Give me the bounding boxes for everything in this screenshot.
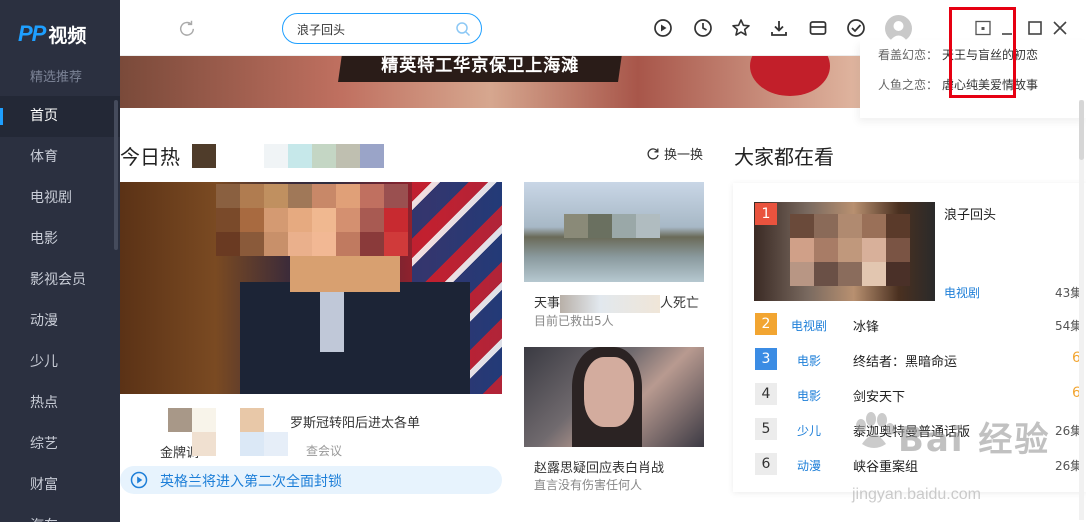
caption-mosaic bbox=[168, 408, 264, 432]
maximize-icon[interactable] bbox=[1025, 18, 1045, 38]
banner-ribbon: 精英特工华京保卫上海滩 bbox=[338, 56, 622, 82]
thumb-mosaic bbox=[790, 214, 910, 286]
news-title-1-end: 人死亡 bbox=[660, 296, 700, 311]
hero-banner[interactable]: 精英特工华京保卫上海滩 bbox=[120, 56, 860, 108]
featured-caption[interactable]: 罗斯冠转阳后进太各单 bbox=[290, 412, 420, 431]
sidebar: PP 视频 精选推荐 首页 体育 电视剧 电影 影视会员 动漫 少儿 热点 综艺… bbox=[0, 0, 120, 522]
sidebar-section-title: 精选推荐 bbox=[30, 70, 83, 85]
sidebar-item-finance[interactable]: 财富 bbox=[0, 465, 120, 506]
rank-badge: 2 bbox=[755, 313, 777, 335]
swap-button[interactable]: 换一换 bbox=[646, 144, 703, 163]
thumb-tie bbox=[320, 292, 344, 352]
close-icon[interactable] bbox=[1050, 18, 1070, 38]
rank-badge: 6 bbox=[755, 453, 777, 475]
sidebar-item-tv[interactable]: 电视剧 bbox=[0, 178, 120, 219]
sidebar-item-hot[interactable]: 热点 bbox=[0, 383, 120, 424]
sidebar-item-movies[interactable]: 电影 bbox=[0, 219, 120, 260]
search-input[interactable] bbox=[297, 20, 447, 38]
news-thumb-1[interactable] bbox=[524, 182, 704, 282]
sidebar-nav: 首页 体育 电视剧 电影 影视会员 动漫 少儿 热点 综艺 财富 汽车 bbox=[0, 96, 120, 522]
thumb-figure bbox=[240, 282, 470, 394]
swap-label: 换一换 bbox=[664, 148, 704, 163]
watermark-text: Bai 经验 bbox=[898, 420, 1051, 460]
news-sub-1: 目前已救出5人 bbox=[534, 314, 614, 328]
rank-name[interactable]: 浪子回头 bbox=[944, 204, 996, 223]
favorite-star-icon[interactable] bbox=[731, 18, 751, 38]
news-ticker[interactable]: 英格兰将进入第二次全面封锁 bbox=[120, 466, 502, 494]
sidebar-item-vip[interactable]: 影视会员 bbox=[0, 260, 120, 301]
main-scrollbar-thumb[interactable] bbox=[1079, 100, 1084, 160]
news-sub-2: 直言没有伤害任何人 bbox=[534, 478, 643, 492]
refresh-icon[interactable] bbox=[178, 19, 196, 37]
censored-title-mosaic bbox=[192, 144, 384, 168]
play-circle-icon bbox=[130, 471, 148, 489]
thumb-face bbox=[584, 357, 634, 427]
rank-category[interactable]: 电影 bbox=[797, 387, 821, 404]
sidebar-item-sports[interactable]: 体育 bbox=[0, 137, 120, 178]
rank-name[interactable]: 剑安天下 bbox=[853, 386, 905, 405]
banner-decoration bbox=[750, 56, 830, 96]
message-icon[interactable] bbox=[808, 18, 828, 38]
title-mosaic bbox=[560, 294, 661, 313]
sidebar-item-kids[interactable]: 少儿 bbox=[0, 342, 120, 383]
watermark-url: jingyan.baidu.com bbox=[852, 486, 981, 503]
sidebar-item-home[interactable]: 首页 bbox=[0, 96, 120, 137]
rank-category[interactable]: 电影 bbox=[797, 352, 821, 369]
history-clock-icon[interactable] bbox=[693, 18, 713, 38]
rank-name[interactable]: 冰锋 bbox=[853, 316, 879, 335]
news-title-1[interactable]: 天事 人死亡 bbox=[534, 292, 699, 313]
play-record-icon[interactable] bbox=[653, 18, 673, 38]
rank-badge: 4 bbox=[755, 383, 777, 405]
popular-title: 大家都在看 bbox=[734, 145, 834, 169]
rank-category[interactable]: 电视剧 bbox=[944, 284, 980, 301]
news-thumb-2[interactable] bbox=[524, 347, 704, 447]
download-icon[interactable] bbox=[769, 18, 789, 38]
baidu-jingyan-watermark: Bai 经验 jingyan.baidu.com bbox=[852, 408, 1082, 518]
avatar-icon bbox=[889, 21, 908, 42]
sidebar-item-variety[interactable]: 综艺 bbox=[0, 424, 120, 465]
rank-badge: 5 bbox=[755, 418, 777, 440]
today-hot-title: 今日热 bbox=[120, 145, 180, 169]
logo-mark: PP bbox=[18, 21, 46, 46]
sidebar-scrollbar[interactable] bbox=[114, 100, 118, 250]
pptv-window: PP 视频 精选推荐 首页 体育 电视剧 电影 影视会员 动漫 少儿 热点 综艺… bbox=[0, 0, 1086, 522]
paw-logo-icon bbox=[856, 412, 895, 448]
banner-side-label: 看盖幻恋： bbox=[878, 48, 939, 62]
rank-category[interactable]: 少儿 bbox=[797, 422, 821, 439]
sidebar-item-auto[interactable]: 汽车 bbox=[0, 506, 120, 522]
thumb-mosaic bbox=[216, 184, 408, 256]
news-ticker-text: 英格兰将进入第二次全面封锁 bbox=[160, 474, 342, 490]
news-title-1-start: 天事 bbox=[534, 296, 561, 311]
refresh-small-icon bbox=[647, 147, 659, 160]
search-box bbox=[282, 13, 482, 44]
featured-video-card[interactable] bbox=[120, 182, 502, 394]
sidebar-item-anime[interactable]: 动漫 bbox=[0, 301, 120, 342]
top1-thumb[interactable] bbox=[754, 202, 935, 301]
user-avatar[interactable] bbox=[885, 15, 912, 42]
app-logo[interactable]: PP 视频 bbox=[18, 20, 86, 48]
highlight-box bbox=[949, 7, 1016, 98]
banner-side-label: 人鱼之恋： bbox=[878, 78, 939, 92]
rank-name[interactable]: 终结者：黑暗命运 bbox=[853, 351, 957, 370]
search-icon[interactable] bbox=[455, 21, 471, 37]
banner-ribbon-text: 精英特工华京保卫上海滩 bbox=[381, 56, 580, 76]
thumb-mosaic bbox=[564, 214, 660, 238]
sign-in-check-icon[interactable] bbox=[846, 18, 866, 38]
rank-category[interactable]: 动漫 bbox=[797, 457, 821, 474]
rank-badge: 1 bbox=[755, 203, 777, 225]
rank-badge: 3 bbox=[755, 348, 777, 370]
news-title-2[interactable]: 赵露思疑回应表白肖战 bbox=[534, 457, 664, 476]
caption-mosaic bbox=[192, 432, 288, 456]
featured-caption-tertiary[interactable]: 查会议 bbox=[306, 442, 342, 459]
logo-text: 视频 bbox=[48, 24, 87, 47]
rank-category[interactable]: 电视剧 bbox=[791, 317, 827, 334]
